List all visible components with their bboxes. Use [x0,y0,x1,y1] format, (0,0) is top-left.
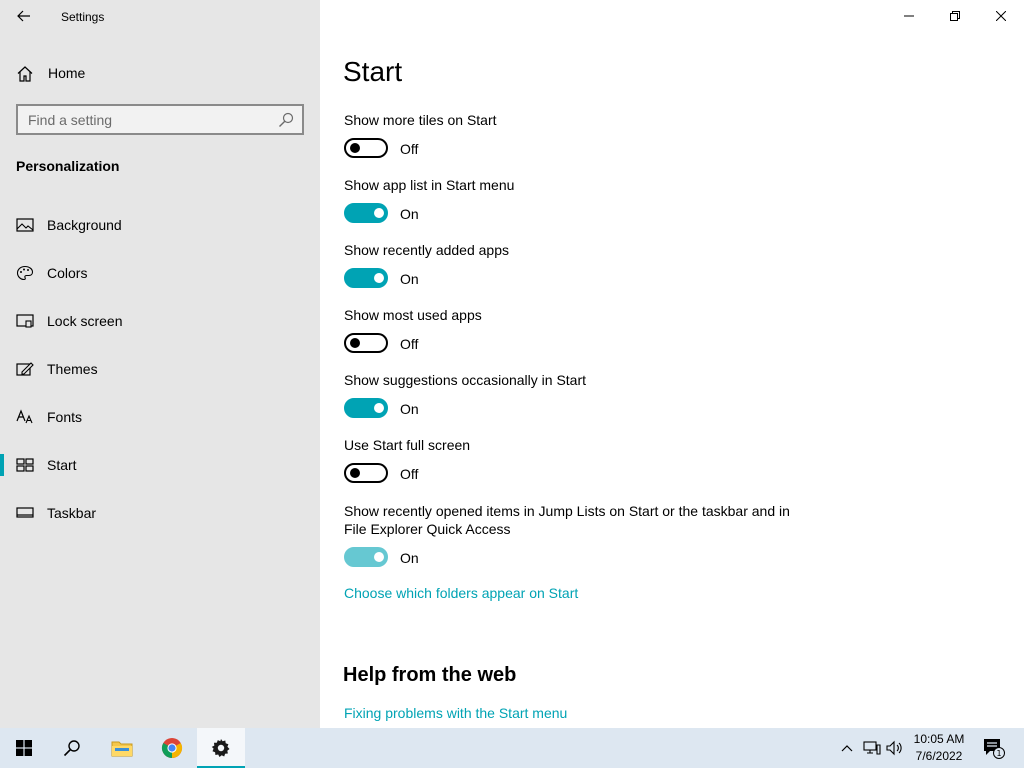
clock-date: 7/6/2022 [915,749,963,763]
toggle-state-text: On [400,401,419,417]
speaker-icon [886,740,902,756]
toggle-knob [374,552,384,562]
sidebar-item-home[interactable]: Home [0,58,320,88]
toggle-state-text: Off [400,336,419,352]
setting-label-recently-added: Show recently added apps [344,242,509,258]
search-input[interactable]: Find a setting [16,104,304,135]
chevron-up-icon [841,745,853,752]
sidebar-item-lock-screen[interactable]: Lock screen [0,301,320,341]
toggle-most-used[interactable] [344,333,388,353]
toggle-full-screen[interactable] [344,463,388,483]
sidebar-item-themes[interactable]: Themes [0,349,320,389]
taskbar: 10:05 AM 7/6/2022 1 [0,728,1024,768]
close-icon [996,11,1006,21]
fonts-icon [16,409,33,424]
setting-label-app-list: Show app list in Start menu [344,177,515,193]
network-icon [863,741,881,755]
action-center-button[interactable]: 1 [978,728,1008,768]
themes-icon [16,362,34,376]
sidebar-item-taskbar[interactable]: Taskbar [0,493,320,533]
search-button[interactable] [48,728,96,768]
restore-button[interactable] [932,0,978,32]
setting-label-jump-lists: Show recently opened items in Jump Lists… [344,503,790,537]
palette-icon [16,265,34,281]
page-title: Start [343,56,403,87]
toggle-state-text: Off [400,466,419,482]
show-hidden-icons-button[interactable] [836,728,858,768]
minimize-icon [904,15,914,17]
home-icon [17,66,33,82]
choose-folders-link[interactable]: Choose which folders appear on Start [344,585,578,601]
app-title: Settings [61,10,105,24]
lock-screen-icon [16,314,34,328]
help-section-title: Help from the web [343,664,517,686]
toggle-knob [374,403,384,413]
toggle-knob [374,208,384,218]
gear-icon [211,739,230,757]
sidebar-item-start[interactable]: Start [0,445,320,485]
chrome-button[interactable] [148,728,196,768]
toggle-knob [350,468,360,478]
start-icon [16,458,34,472]
chrome-icon [161,738,183,759]
start-button[interactable] [0,728,48,768]
toggle-state-text: On [400,550,419,566]
section-title: Personalization [16,158,120,174]
notification-count: 1 [996,749,1001,758]
windows-logo-icon [16,740,32,756]
setting-label-full-screen: Use Start full screen [344,437,471,453]
sidebar-item-label: Colors [47,265,88,281]
taskbar-icon [16,507,34,518]
toggle-state-text: On [400,206,419,222]
image-icon [16,218,34,232]
toggle-state-text: On [400,271,419,287]
sidebar-item-label: Lock screen [47,313,123,329]
close-button[interactable] [978,0,1024,32]
file-explorer-button[interactable] [98,728,146,768]
sidebar-item-fonts[interactable]: Fonts [0,397,320,437]
settings-taskbar-button[interactable] [197,728,245,768]
help-link-start-menu[interactable]: Fixing problems with the Start menu [344,705,567,721]
toggle-knob [350,143,360,153]
search-icon [279,112,294,127]
setting-label-most-used: Show most used apps [344,307,482,323]
sidebar-item-background[interactable]: Background [0,205,320,245]
sidebar-item-label: Themes [47,361,98,377]
navigation-pane: Settings Home Find a setting Personaliza… [0,0,320,728]
back-button[interactable] [6,0,42,32]
clock[interactable]: 10:05 AM 7/6/2022 [905,731,973,767]
setting-label-suggestions: Show suggestions occasionally in Start [344,372,587,388]
setting-label-more-tiles: Show more tiles on Start [344,112,497,128]
toggle-knob [374,273,384,283]
toggle-jump-lists[interactable] [344,547,388,567]
restore-icon [950,11,960,21]
toggle-more-tiles[interactable] [344,138,388,158]
sidebar-item-label: Start [47,457,77,473]
search-icon [63,740,80,757]
toggle-knob [350,338,360,348]
selection-indicator [0,454,4,476]
sidebar-item-colors[interactable]: Colors [0,253,320,293]
volume-button[interactable] [884,728,906,768]
sidebar-item-label: Background [47,217,122,233]
notification-icon: 1 [984,739,1005,759]
minimize-button[interactable] [886,0,932,32]
back-arrow-icon [17,10,30,22]
search-placeholder: Find a setting [28,112,113,128]
toggle-app-list[interactable] [344,203,388,223]
network-button[interactable] [860,728,884,768]
toggle-state-text: Off [400,141,419,157]
sidebar-item-label: Taskbar [47,505,97,521]
toggle-recently-added[interactable] [344,268,388,288]
toggle-suggestions[interactable] [344,398,388,418]
sidebar-item-label: Fonts [47,409,83,425]
home-label: Home [48,65,86,81]
folder-icon [111,741,133,757]
clock-time: 10:05 AM [913,732,965,746]
